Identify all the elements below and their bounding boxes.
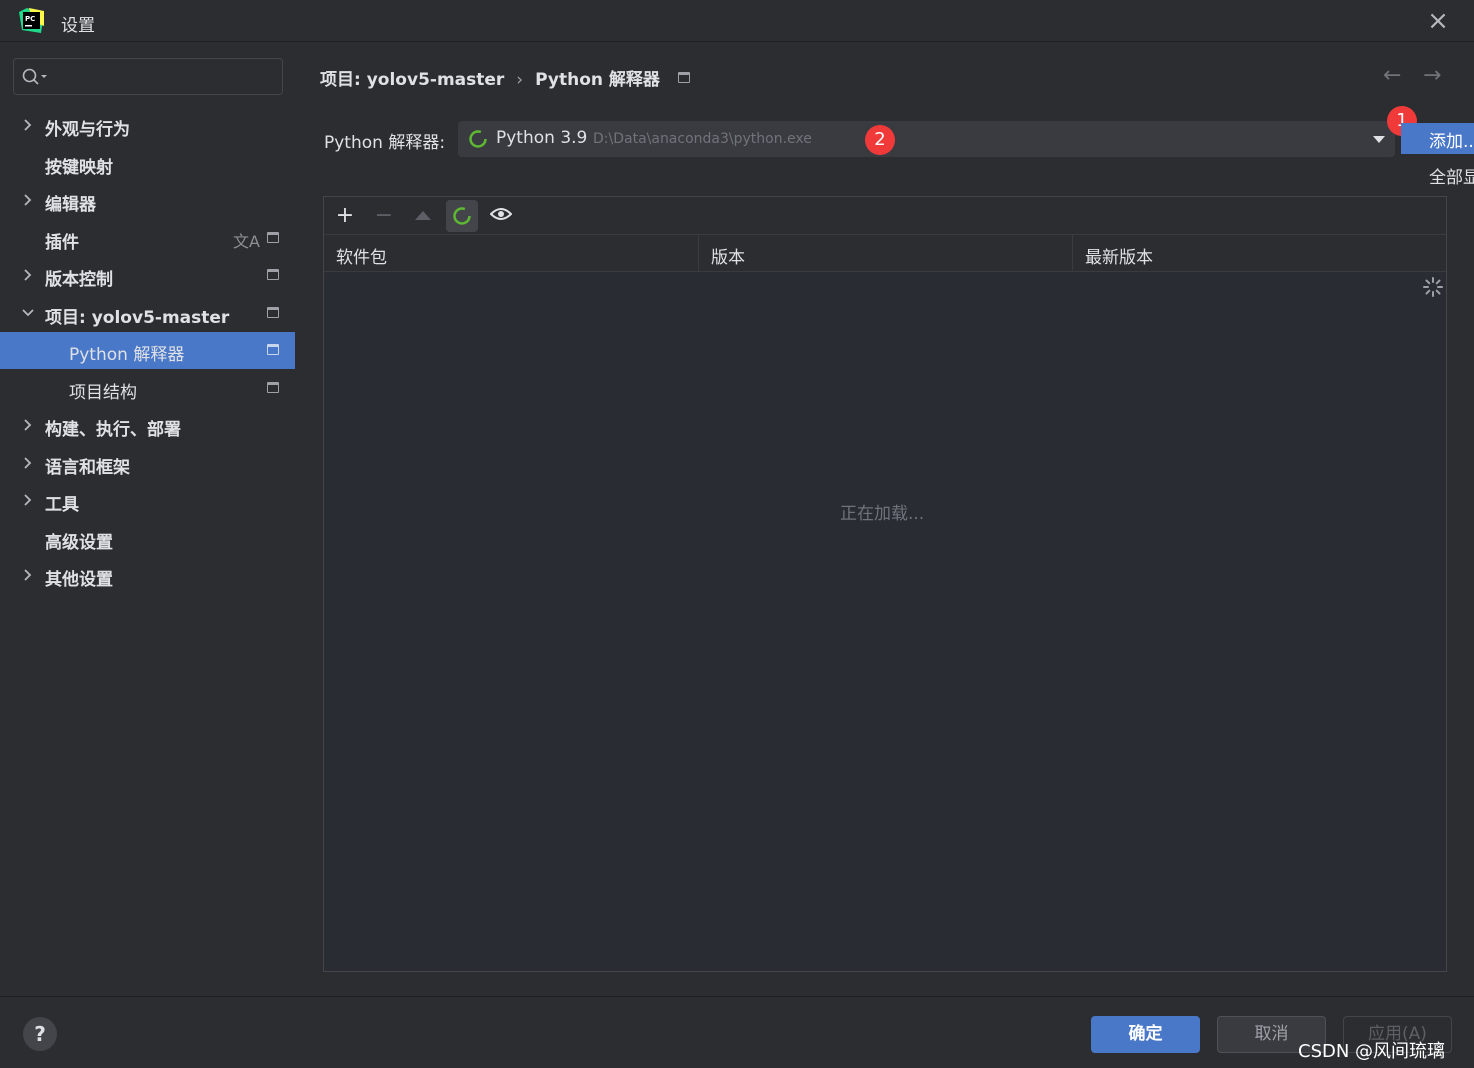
back-arrow-icon[interactable]: ←: [1383, 63, 1401, 88]
sidebar-item-python-interpreter[interactable]: Python 解释器: [0, 332, 295, 369]
packages-table-header: 软件包 版本 最新版本: [324, 235, 1446, 272]
chevron-right-icon[interactable]: [20, 492, 36, 508]
settings-search[interactable]: [13, 58, 283, 95]
sidebar-item-appearance[interactable]: 外观与行为: [0, 107, 295, 144]
sidebar-item-label: 项目: yolov5-master: [45, 308, 230, 328]
packages-panel: + − 软件包 版本 最新版本 正在加载...: [323, 196, 1447, 972]
sidebar-item-vcs[interactable]: 版本控制: [0, 257, 295, 294]
search-input[interactable]: [56, 65, 276, 89]
help-button[interactable]: ?: [23, 1017, 57, 1051]
busy-indicator-icon: [1423, 277, 1443, 297]
dropdown-arrow-icon[interactable]: [1373, 136, 1385, 143]
sidebar-item-advanced[interactable]: 高级设置: [0, 520, 295, 557]
sidebar-item-label: Python 解释器: [69, 345, 185, 365]
packages-toolbar: + −: [324, 197, 1446, 235]
annotation-badge-2: 2: [865, 125, 895, 155]
column-package[interactable]: 软件包: [324, 235, 698, 272]
forward-arrow-icon[interactable]: →: [1423, 63, 1441, 88]
chevron-right-icon[interactable]: [20, 117, 36, 133]
sidebar-item-label: 构建、执行、部署: [45, 420, 181, 440]
loading-spinner-icon: [469, 130, 487, 148]
sidebar-item-editor[interactable]: 编辑器: [0, 182, 295, 219]
sidebar-item-build[interactable]: 构建、执行、部署: [0, 407, 295, 444]
project-scope-icon: [678, 72, 690, 83]
chevron-down-icon[interactable]: [20, 305, 36, 321]
sidebar-item-label: 其他设置: [45, 570, 113, 590]
search-icon: [22, 68, 47, 85]
sidebar-item-project-structure[interactable]: 项目结构: [0, 370, 295, 407]
chevron-right-icon[interactable]: [20, 267, 36, 283]
sidebar-item-label: 版本控制: [45, 270, 113, 290]
sidebar-item-label: 编辑器: [45, 195, 96, 215]
project-scope-icon: [267, 344, 279, 355]
project-scope-icon: [267, 382, 279, 393]
sidebar-item-other[interactable]: 其他设置: [0, 557, 295, 594]
sidebar-item-keymap[interactable]: 按键映射: [0, 145, 295, 182]
packages-table-body: 正在加载...: [324, 273, 1446, 971]
breadcrumb-current: Python 解释器: [535, 70, 660, 90]
chevron-right-icon[interactable]: [20, 417, 36, 433]
upgrade-package-icon[interactable]: [407, 200, 439, 232]
settings-sidebar: 外观与行为 按键映射 编辑器 插件 文A 版本控制 项目: yolov5-mas…: [0, 43, 300, 996]
breadcrumb-separator-icon: ›: [516, 70, 524, 90]
interpreter-dropdown[interactable]: Python 3.9 D:\Data\anaconda3\python.exe: [458, 121, 1395, 157]
window-title: 设置: [61, 16, 95, 36]
sidebar-item-plugins[interactable]: 插件 文A: [0, 220, 295, 257]
refresh-spinner-icon[interactable]: [446, 200, 478, 232]
translate-icon: 文A: [233, 232, 260, 251]
sidebar-item-label: 语言和框架: [45, 458, 130, 478]
chevron-right-icon[interactable]: [20, 567, 36, 583]
breadcrumb: 项目: yolov5-master › Python 解释器: [320, 65, 660, 90]
interpreter-name: Python 3.9: [496, 128, 588, 148]
sidebar-item-project[interactable]: 项目: yolov5-master: [0, 295, 295, 332]
breadcrumb-parent[interactable]: 项目: yolov5-master: [320, 70, 504, 90]
chevron-right-icon[interactable]: [20, 455, 36, 471]
sidebar-item-label: 工具: [45, 495, 79, 515]
chevron-right-icon[interactable]: [20, 192, 36, 208]
interpreter-label: Python 解释器:: [324, 133, 446, 153]
sidebar-item-label: 项目结构: [69, 383, 137, 403]
sidebar-item-label: 高级设置: [45, 533, 113, 553]
project-scope-icon: [267, 232, 279, 243]
interpreter-path: D:\Data\anaconda3\python.exe: [593, 131, 812, 147]
svg-text:PC: PC: [25, 15, 35, 23]
watermark: CSDN @风间琉璃: [1298, 1041, 1446, 1062]
sidebar-item-label: 外观与行为: [45, 120, 130, 140]
dialog-footer: ? 确定 取消 应用(A) CSDN @风间琉璃: [0, 996, 1474, 1068]
pycharm-logo-icon: PC: [19, 8, 44, 33]
close-icon[interactable]: ×: [1424, 8, 1452, 36]
remove-package-icon[interactable]: −: [368, 200, 400, 232]
add-package-icon[interactable]: +: [329, 200, 361, 232]
show-all-link[interactable]: 全部显示...: [1429, 163, 1474, 188]
sidebar-item-tools[interactable]: 工具: [0, 482, 295, 519]
settings-main-panel: 项目: yolov5-master › Python 解释器 ← → Python …: [300, 43, 1474, 996]
sidebar-item-label: 按键映射: [45, 158, 113, 178]
add-interpreter-button[interactable]: 添加...: [1401, 123, 1474, 154]
ok-button[interactable]: 确定: [1091, 1016, 1200, 1053]
column-version[interactable]: 版本: [698, 235, 1072, 272]
loading-message: 正在加载...: [840, 504, 925, 524]
column-latest-version[interactable]: 最新版本: [1072, 235, 1446, 272]
project-scope-icon: [267, 269, 279, 280]
project-scope-icon: [267, 307, 279, 318]
eye-icon[interactable]: [485, 200, 517, 232]
sidebar-item-languages[interactable]: 语言和框架: [0, 445, 295, 482]
title-bar: PC 设置 ×: [0, 0, 1474, 42]
sidebar-item-label: 插件: [45, 233, 79, 253]
